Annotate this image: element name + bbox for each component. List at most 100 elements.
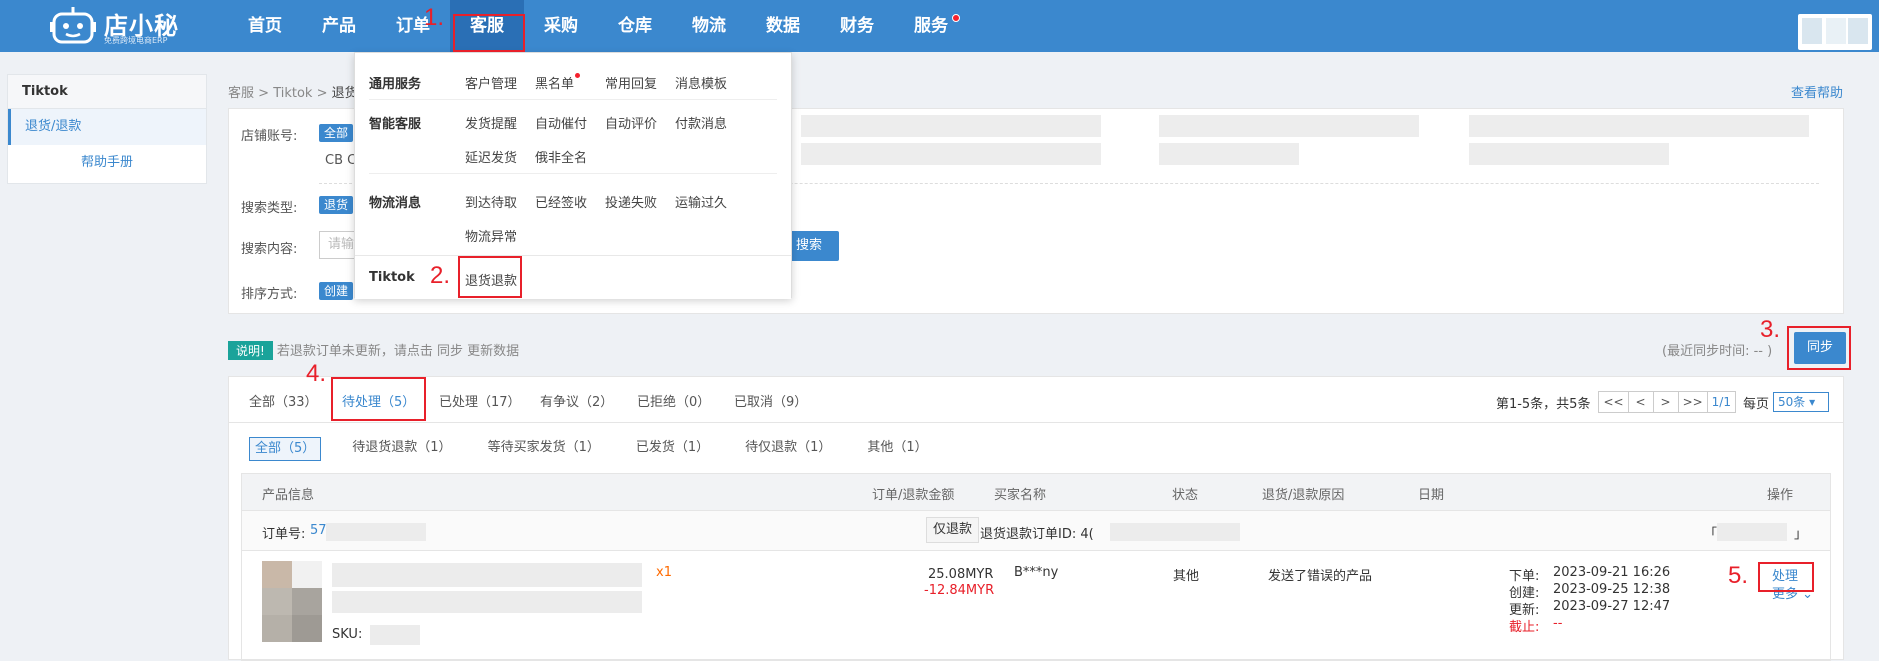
- sort-chip[interactable]: 创建: [319, 282, 354, 300]
- product-thumbnail[interactable]: [262, 561, 322, 643]
- next-page-button[interactable]: >: [1652, 391, 1679, 413]
- top-bar: 店小秘 免费跨境电商ERP 首页 产品 订单 客服 采购 仓库 物流 数据 财务…: [0, 0, 1879, 52]
- prev-page-button[interactable]: <: [1627, 391, 1654, 413]
- shop-account-label: 店铺账号:: [241, 129, 298, 144]
- dd-link-delay-ship[interactable]: 延迟发货: [465, 147, 517, 166]
- sidebar-item-returns[interactable]: 退货/退款: [8, 109, 206, 145]
- blacklist-dot: [575, 73, 581, 78]
- dd-link-transit-long[interactable]: 运输过久: [675, 192, 727, 211]
- dd-link-arrived[interactable]: 到达待取: [465, 192, 517, 211]
- dd-link-ru-fullname[interactable]: 俄非全名: [535, 147, 587, 166]
- breadcrumb-sep: >: [312, 86, 332, 101]
- tab-cancelled[interactable]: 已取消（9）: [734, 391, 807, 410]
- sidebar-title: Tiktok: [8, 75, 206, 109]
- dd-link-blacklist[interactable]: 黑名单: [535, 73, 581, 92]
- highlight-box-pending-tab: [331, 377, 426, 421]
- th-date: 日期: [1418, 488, 1445, 503]
- tab-all[interactable]: 全部（33）: [249, 391, 318, 410]
- refund-amount: -12.84MYR: [924, 583, 995, 598]
- refund-id-label: 退货退款订单ID: 4(: [980, 527, 1094, 542]
- deadline-label: 截止:: [1509, 620, 1540, 635]
- annotation-1: 1.: [424, 4, 445, 31]
- subtab-other[interactable]: 其他（1）: [862, 437, 932, 461]
- status-tabs: 全部（33） 待处理（5） 已处理（17） 有争议（2） 已拒绝（0） 已取消（…: [229, 377, 1843, 423]
- subtab-await-buyer-ship[interactable]: 等待买家发货（1）: [483, 437, 605, 461]
- dd-link-common-reply[interactable]: 常用回复: [605, 73, 657, 92]
- dd-separator: [369, 173, 777, 174]
- last-sync-label: (最近同步时间:: [1662, 344, 1750, 359]
- dd-link-payment-msg[interactable]: 付款消息: [675, 113, 727, 132]
- dd-link-msg-template[interactable]: 消息模板: [675, 73, 727, 92]
- tab-disputed[interactable]: 有争议（2）: [540, 391, 613, 410]
- robot-logo-icon: [50, 7, 96, 44]
- pagination: 第1-5条，共5条 << < > >> 1/1 每页 50条 ▾: [1496, 391, 1829, 413]
- th-status: 状态: [1172, 488, 1199, 503]
- notice-tag: 说明!: [228, 341, 273, 360]
- bracket-left: 「: [1704, 527, 1718, 542]
- nav-logistics[interactable]: 物流: [672, 0, 746, 52]
- per-page-value: 50条: [1778, 395, 1806, 409]
- date-order-value: 2023-09-21 16:26: [1553, 565, 1671, 580]
- bracket-right: 」: [1794, 527, 1808, 542]
- refund-type-tag: 仅退款: [926, 517, 980, 543]
- current-page: 1/1: [1706, 391, 1736, 413]
- order-no-label: 订单号:: [262, 527, 306, 542]
- sidebar: Tiktok 退货/退款 帮助手册: [7, 74, 207, 184]
- sidebar-help-link[interactable]: 帮助手册: [8, 145, 206, 181]
- annotation-2: 2.: [430, 262, 451, 289]
- first-page-button[interactable]: <<: [1598, 391, 1629, 413]
- main-nav: 首页 产品 订单 客服 采购 仓库 物流 数据 财务 服务: [228, 0, 968, 52]
- table-header: 产品信息 订单/退款金额 买家名称 状态 退货/退款原因 日期 操作: [241, 473, 1831, 511]
- subtab-shipped[interactable]: 已发货（1）: [631, 437, 714, 461]
- nav-warehouse[interactable]: 仓库: [598, 0, 672, 52]
- breadcrumb-tiktok[interactable]: Tiktok: [273, 86, 312, 101]
- shop-item-first[interactable]: CB C: [325, 153, 356, 168]
- user-avatar[interactable]: [1798, 14, 1872, 50]
- deadline-value: --: [1553, 616, 1563, 631]
- highlight-box-tiktok-returns: [458, 256, 522, 298]
- tab-rejected[interactable]: 已拒绝（0）: [637, 391, 710, 410]
- search-type-chip[interactable]: 退货: [319, 196, 354, 214]
- shop-all-chip[interactable]: 全部: [319, 124, 354, 142]
- logo[interactable]: 店小秘 免费跨境电商ERP: [50, 4, 180, 48]
- breadcrumb-sep: >: [254, 86, 274, 101]
- dd-link-logistics-abnormal[interactable]: 物流异常: [465, 226, 517, 245]
- table-row: x1 SKU: 25.08MYR -12.84MYR B***ny 其他 发送了…: [241, 551, 1831, 661]
- dd-link-auto-urge[interactable]: 自动催付: [535, 113, 587, 132]
- th-amount: 订单/退款金额: [872, 488, 955, 503]
- nav-purchasing[interactable]: 采购: [524, 0, 598, 52]
- highlight-box-nav: [453, 14, 525, 52]
- nav-services[interactable]: 服务: [894, 0, 968, 52]
- sku-label: SKU:: [332, 627, 363, 642]
- page-info: 第1-5条，共5条: [1495, 396, 1591, 412]
- dd-cat-general: 通用服务: [369, 77, 422, 92]
- order-row: 订单号: 57 仅退款 退货退款订单ID: 4( 「 」: [241, 511, 1831, 551]
- view-help-link[interactable]: 查看帮助: [1791, 82, 1843, 101]
- nav-home[interactable]: 首页: [228, 0, 302, 52]
- dd-link-shipping-remind[interactable]: 发货提醒: [465, 113, 517, 132]
- nav-finance[interactable]: 财务: [820, 0, 894, 52]
- nav-data[interactable]: 数据: [746, 0, 820, 52]
- dd-link-auto-review[interactable]: 自动评价: [605, 113, 657, 132]
- dd-link-customer-mgmt[interactable]: 客户管理: [465, 73, 517, 92]
- subtab-pending-return[interactable]: 待退货退款（1）: [347, 437, 456, 461]
- tab-processed[interactable]: 已处理（17）: [439, 391, 521, 410]
- per-page-select[interactable]: 50条 ▾: [1773, 392, 1829, 412]
- dd-link-signed[interactable]: 已经签收: [535, 192, 587, 211]
- breadcrumb-cs[interactable]: 客服: [228, 86, 254, 101]
- th-action: 操作: [1767, 488, 1794, 503]
- subtab-all[interactable]: 全部（5）: [249, 437, 322, 461]
- annotation-3: 3.: [1760, 316, 1781, 343]
- subtab-pending-refund[interactable]: 待仅退款（1）: [740, 437, 836, 461]
- nav-products[interactable]: 产品: [302, 0, 376, 52]
- last-page-button[interactable]: >>: [1677, 391, 1708, 413]
- order-no[interactable]: 57: [310, 523, 327, 538]
- search-type-label: 搜索类型:: [241, 201, 298, 216]
- nav-services-label: 服务: [914, 16, 948, 36]
- dd-link-delivery-failed[interactable]: 投递失败: [605, 192, 657, 211]
- dd-cat-smart: 智能客服: [369, 117, 422, 132]
- sort-label: 排序方式:: [241, 287, 298, 302]
- th-product: 产品信息: [262, 488, 315, 503]
- notice-text: 若退款订单未更新，请点击 同步 更新数据: [276, 344, 520, 359]
- th-reason: 退货/退款原因: [1262, 488, 1345, 503]
